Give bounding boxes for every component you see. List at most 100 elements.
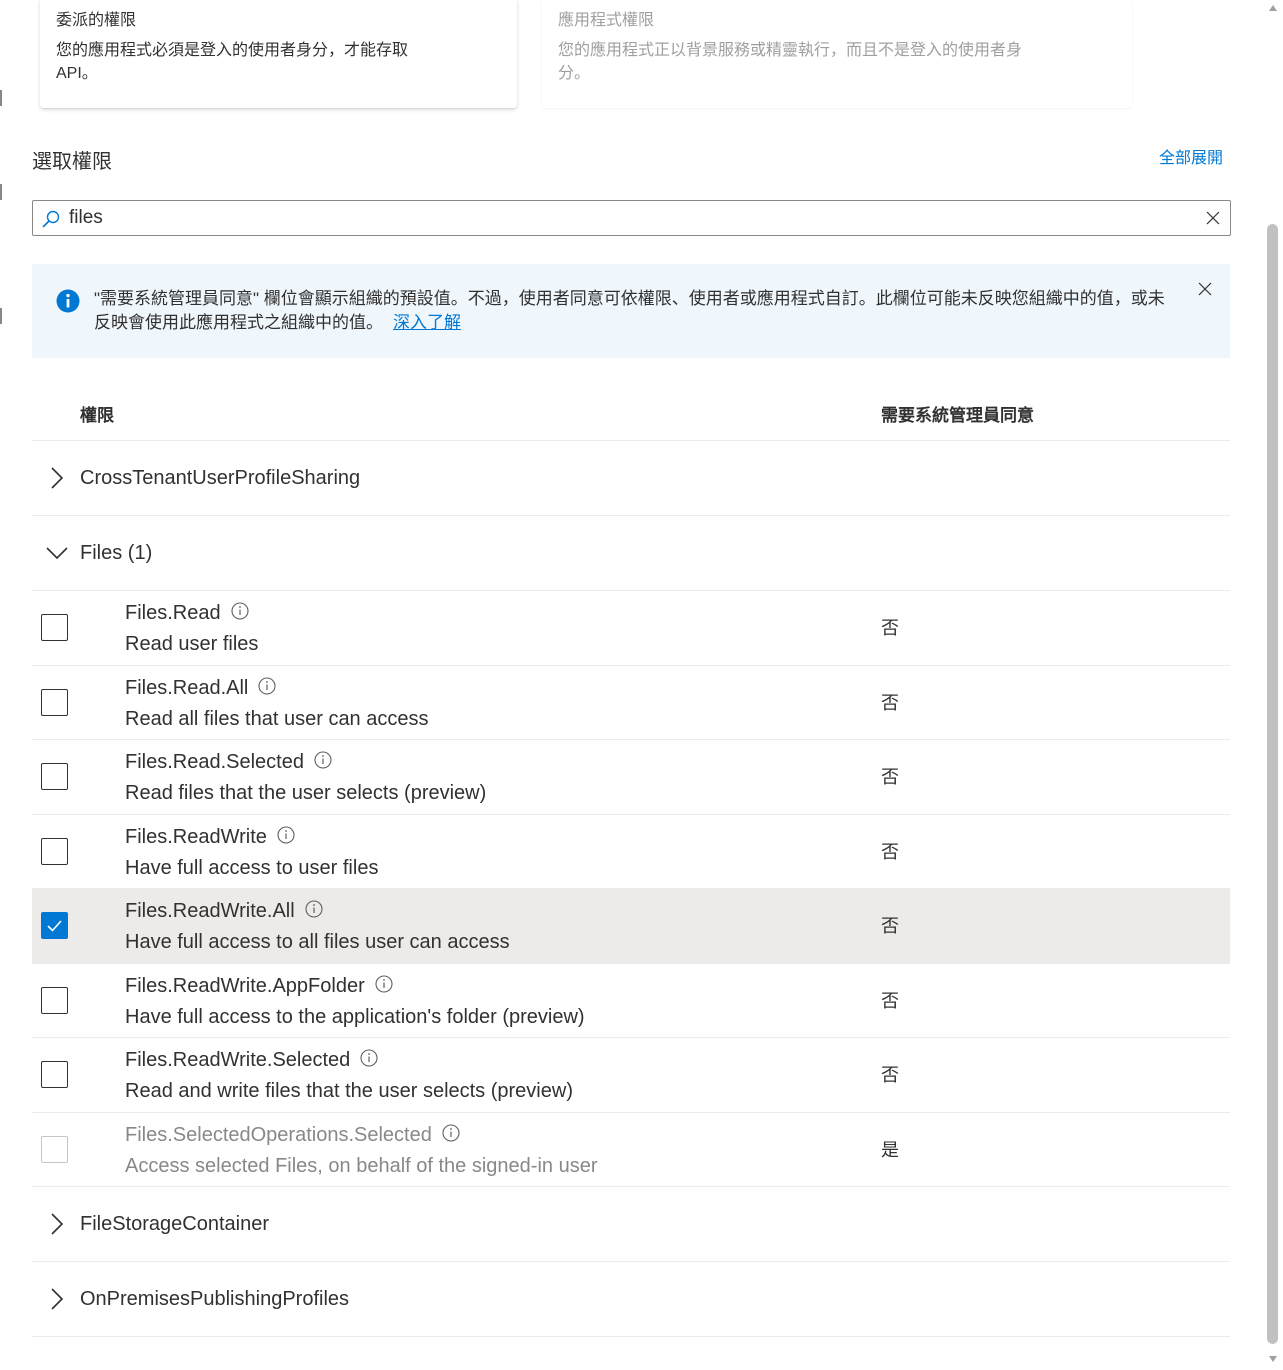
card-description: 您的應用程式必須是登入的使用者身分，才能存取 API。 [56,42,409,82]
permission-name-text: Files.ReadWrite [125,825,267,848]
select-permissions-title: 選取權限 [32,151,112,173]
info-icon[interactable] [360,1049,378,1067]
edge-mark [0,308,2,324]
permission-name-text: Files.Read.Selected [125,751,304,773]
admin-consent-value: 否 [881,767,899,787]
edge-mark [0,184,2,200]
column-header-admin-consent: 需要系統管理員同意 [881,406,1034,425]
permission-name: Files.Read.Selected [125,750,332,774]
permission-type-cards: 委派的權限 您的應用程式必須是登入的使用者身分，才能存取 API。 應用程式權限… [40,0,1132,108]
permission-row[interactable]: Files.Read Read user files 否 [32,591,1230,666]
column-header-permission: 權限 [80,406,114,425]
delegated-permissions-card[interactable]: 委派的權限 您的應用程式必須是登入的使用者身分，才能存取 API。 [40,0,517,108]
info-icon [56,289,80,313]
scroll-down-arrow-icon[interactable] [1268,1355,1278,1363]
permission-group-row[interactable]: FileStorageContainer [32,1187,1230,1262]
scroll-up-arrow-icon[interactable] [1268,4,1278,12]
permission-name: Files.Read.All [125,676,276,700]
admin-consent-value: 否 [881,692,899,713]
permission-row[interactable]: Files.ReadWrite Have full access to user … [32,815,1230,889]
card-title: 委派的權限 [56,12,137,29]
permission-checkbox[interactable] [41,837,68,865]
chevron-right-icon [51,467,64,489]
info-icon[interactable] [442,1123,460,1142]
permission-search-box[interactable] [32,200,1231,236]
table-header: 權限 需要系統管理員同意 [32,385,1230,441]
permission-description: Read files that the user selects (previe… [125,782,487,804]
info-icon[interactable] [277,825,295,844]
permission-description: Read user files [125,633,259,655]
table-body: CrossTenantUserProfileSharing Files (1) Fi… [32,441,1230,1337]
permission-description: Access selected Files, on behalf of the … [125,1154,598,1177]
info-text: "需要系統管理員同意" 欄位會顯示組織的預設值。不過，使用者同意可依權限、使用者… [94,289,1165,332]
permission-row[interactable]: Files.Read.Selected Read files that the u… [32,740,1230,815]
permission-name-text: Files.Read [125,602,221,624]
permission-group-label: OnPremisesPublishingProfiles [80,1288,350,1310]
application-permissions-card[interactable]: 應用程式權限 您的應用程式正以背景服務或精靈執行，而且不是登入的使用者身分。 [542,0,1132,108]
vertical-scrollbar[interactable] [1264,0,1283,1370]
info-icon[interactable] [375,974,393,993]
admin-consent-value: 否 [881,990,899,1011]
permission-checkbox[interactable] [41,614,68,641]
search-input[interactable] [69,203,1189,233]
info-icon[interactable] [314,751,332,769]
admin-consent-value: 否 [881,1065,899,1085]
close-icon[interactable] [1198,282,1212,296]
admin-consent-value: 是 [881,1139,899,1160]
admin-consent-value: 否 [881,916,899,936]
permission-name-text: Files.SelectedOperations.Selected [125,1123,432,1146]
permission-checkbox[interactable] [41,688,68,716]
card-description: 您的應用程式正以背景服務或精靈執行，而且不是登入的使用者身分。 [558,42,1023,82]
permission-description: Read all files that user can access [125,707,429,730]
info-icon[interactable] [305,900,323,918]
permission-name: Files.Read [125,601,249,625]
permission-name-text: Files.ReadWrite.AppFolder [125,974,365,997]
expand-all-link[interactable]: 全部展開 [1159,147,1223,171]
dismiss-icon[interactable] [1206,211,1220,225]
card-title: 應用程式權限 [558,12,655,29]
chevron-right-icon [51,1213,64,1235]
permission-name-text: Files.ReadWrite.Selected [125,1049,351,1071]
permission-group-label: FileStorageContainer [80,1213,269,1235]
permission-name: Files.ReadWrite [125,825,295,849]
chevron-down-icon [46,547,68,560]
permission-checkbox[interactable] [41,763,68,790]
checkmark-icon [47,920,62,932]
permission-name: Files.SelectedOperations.Selected [125,1123,460,1147]
permission-group-row[interactable]: OnPremisesPublishingProfiles [32,1262,1230,1337]
permission-checkbox[interactable] [41,1061,68,1088]
permission-description: Have full access to user files [125,856,379,879]
permission-name: Files.ReadWrite.Selected [125,1048,378,1072]
chevron-right-icon [51,1288,64,1310]
permission-row[interactable]: Files.ReadWrite.AppFolder Have full acces… [32,964,1230,1038]
permission-description: Read and write files that the user selec… [125,1080,573,1102]
admin-consent-info-bar: "需要系統管理員同意" 欄位會顯示組織的預設值。不過，使用者同意可依權限、使用者… [32,264,1230,358]
permission-description: Have full access to all files user can a… [125,931,510,953]
permissions-table: 權限 需要系統管理員同意 CrossTenantUserProfileShari… [32,385,1230,1337]
permission-group-row[interactable]: CrossTenantUserProfileSharing [32,441,1230,516]
permission-name-text: Files.Read.All [125,676,249,699]
info-message: "需要系統管理員同意" 欄位會顯示組織的預設值。不過，使用者同意可依權限、使用者… [94,287,1174,335]
permission-row[interactable]: Files.Read.All Read all files that user c… [32,666,1230,740]
permission-row[interactable]: Files.ReadWrite.Selected Read and write f… [32,1038,1230,1113]
admin-consent-value: 否 [881,618,899,638]
edge-mark [0,90,2,106]
scrollbar-thumb[interactable] [1267,224,1278,1344]
info-icon[interactable] [231,602,249,620]
learn-more-link[interactable]: 深入了解 [393,313,461,332]
permission-group-label: CrossTenantUserProfileSharing [80,467,361,489]
permission-checkbox [41,1135,68,1163]
permission-group-label: Files (1) [80,542,153,564]
search-icon [42,210,60,228]
permission-description: Have full access to the application's fo… [125,1005,585,1028]
permission-name: Files.ReadWrite.AppFolder [125,974,393,998]
permission-row: Files.SelectedOperations.Selected Access … [32,1113,1230,1187]
permission-name-text: Files.ReadWrite.All [125,900,295,922]
permission-row[interactable]: Files.ReadWrite.All Have full access to a… [32,889,1230,964]
admin-consent-value: 否 [881,841,899,862]
permission-checkbox[interactable] [41,912,68,939]
left-edge [0,0,4,1370]
permission-group-row[interactable]: Files (1) [32,516,1230,591]
info-icon[interactable] [258,676,276,695]
permission-checkbox[interactable] [41,986,68,1014]
